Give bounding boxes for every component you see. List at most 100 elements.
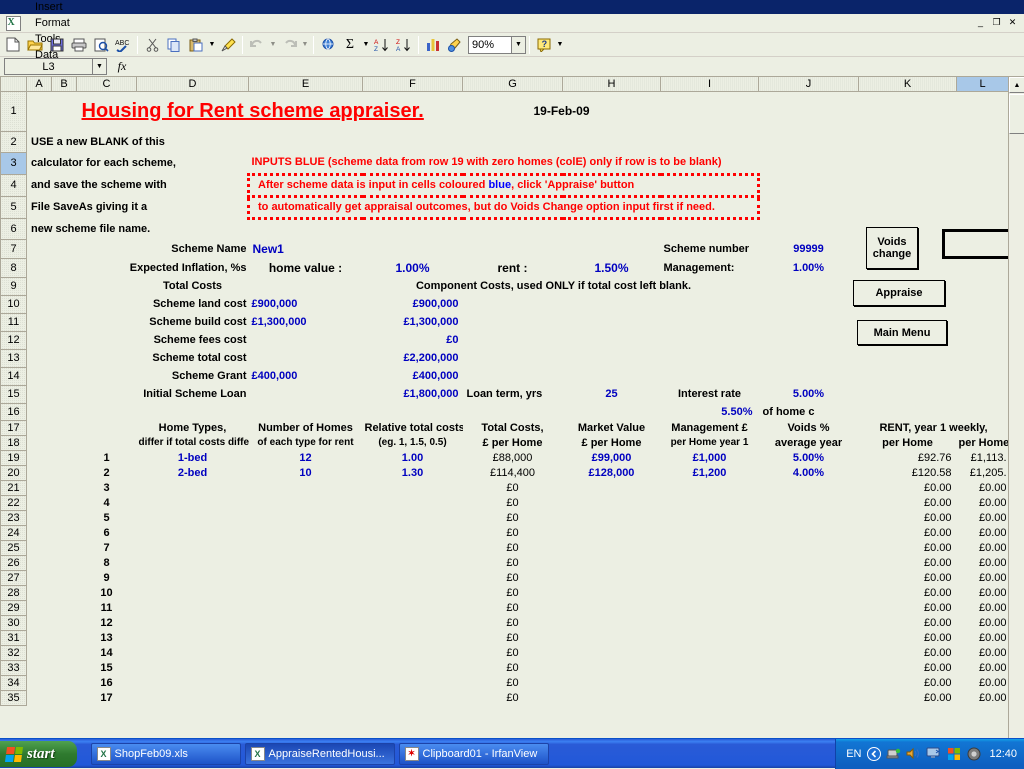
management-per-home[interactable] (661, 660, 759, 675)
market-value-per-home[interactable] (563, 690, 661, 705)
row-header-3[interactable]: 3 (1, 152, 27, 174)
cell-L1[interactable] (957, 91, 1009, 131)
number-of-homes[interactable] (249, 540, 363, 555)
relative-total-costs[interactable]: 1.00 (363, 450, 463, 465)
scrollbar-thumb[interactable] (1009, 94, 1024, 134)
hyperlink-icon[interactable] (317, 34, 339, 55)
home-type[interactable] (137, 510, 249, 525)
cell-I11[interactable] (661, 313, 759, 331)
market-value-per-home[interactable] (563, 615, 661, 630)
cell-J5[interactable] (759, 196, 859, 218)
cell-K14[interactable] (859, 367, 957, 385)
cell-K5[interactable] (859, 196, 1009, 218)
rent-basis-percent[interactable]: 5.50% (661, 403, 759, 420)
row-header-13[interactable]: 13 (1, 349, 27, 367)
network-icon[interactable] (886, 746, 901, 761)
column-header-E[interactable]: E (249, 77, 363, 91)
market-value-per-home[interactable] (563, 570, 661, 585)
management-per-home[interactable] (661, 480, 759, 495)
cell-A9[interactable] (27, 277, 137, 295)
row-header-14[interactable]: 14 (1, 367, 27, 385)
cell-A23[interactable] (27, 510, 77, 525)
cell-A34[interactable] (27, 675, 77, 690)
number-of-homes[interactable] (249, 495, 363, 510)
relative-total-costs[interactable] (363, 525, 463, 540)
management-per-home[interactable]: £1,200 (661, 465, 759, 480)
voids-percent[interactable] (759, 495, 859, 510)
cell-A22[interactable] (27, 495, 77, 510)
taskbar-item[interactable]: XAppraiseRentedHousi... (245, 743, 395, 765)
cell-K13[interactable] (859, 349, 1009, 367)
cell-G14[interactable] (463, 367, 563, 385)
cell-A26[interactable] (27, 555, 77, 570)
save-icon[interactable] (46, 34, 68, 55)
row-header-18[interactable]: 18 (1, 435, 27, 450)
cell-A28[interactable] (27, 585, 77, 600)
column-header-A[interactable]: A (27, 77, 52, 91)
home-type[interactable] (137, 645, 249, 660)
management-per-home[interactable]: £1,000 (661, 450, 759, 465)
antivirus-icon[interactable] (966, 746, 981, 761)
cost-input-12[interactable] (249, 331, 363, 349)
scheme-name-value[interactable]: New1 (249, 239, 661, 258)
cell-L10[interactable] (957, 295, 1009, 313)
row-header-7[interactable]: 7 (1, 239, 27, 258)
open-icon[interactable] (24, 34, 46, 55)
cell-A21[interactable] (27, 480, 77, 495)
taskbar-item[interactable]: ✶Clipboard01 - IrfanView (399, 743, 549, 765)
column-header-H[interactable]: H (563, 77, 661, 91)
cell-G13[interactable] (463, 349, 563, 367)
row-header-32[interactable]: 32 (1, 645, 27, 660)
relative-total-costs[interactable] (363, 600, 463, 615)
market-value-per-home[interactable] (563, 585, 661, 600)
column-header-I[interactable]: I (661, 77, 759, 91)
row-header-11[interactable]: 11 (1, 313, 27, 331)
voids-percent[interactable] (759, 690, 859, 705)
cell-A12[interactable] (27, 331, 77, 349)
cell-L12[interactable] (957, 331, 1009, 349)
zoom-chevron-down-icon[interactable]: ▼ (512, 36, 526, 54)
show-desktop-icon[interactable] (866, 746, 881, 761)
autosum-icon[interactable]: Σ (339, 34, 361, 55)
cell-H10[interactable] (563, 295, 661, 313)
management-per-home[interactable] (661, 585, 759, 600)
column-header-K[interactable]: K (859, 77, 957, 91)
row-header-16[interactable]: 16 (1, 403, 27, 420)
cell-A25[interactable] (27, 540, 77, 555)
cell-A11[interactable] (27, 313, 77, 331)
cell-A31[interactable] (27, 630, 77, 645)
cell-I10[interactable] (661, 295, 759, 313)
row-header-6[interactable]: 6 (1, 218, 27, 239)
voids-percent[interactable] (759, 615, 859, 630)
cell-A33[interactable] (27, 660, 77, 675)
select-all-corner[interactable] (1, 77, 27, 91)
help-chevron-down-icon[interactable]: ▼ (555, 34, 565, 55)
maximize-button[interactable]: ❐ (990, 17, 1003, 30)
number-of-homes[interactable] (249, 645, 363, 660)
cost-input-14[interactable]: £400,000 (249, 367, 363, 385)
column-header-F[interactable]: F (363, 77, 463, 91)
relative-total-costs[interactable] (363, 540, 463, 555)
home-type[interactable] (137, 525, 249, 540)
print-icon[interactable] (68, 34, 90, 55)
relative-total-costs[interactable] (363, 480, 463, 495)
management-per-home[interactable] (661, 675, 759, 690)
clock[interactable]: 12:40 (989, 748, 1017, 760)
relative-total-costs[interactable] (363, 675, 463, 690)
cell-E6[interactable] (249, 218, 859, 239)
cell-J12[interactable] (759, 331, 859, 349)
sort-ascending-icon[interactable]: AZ (371, 34, 393, 55)
management-per-home[interactable] (661, 690, 759, 705)
home-type[interactable] (137, 480, 249, 495)
voids-percent[interactable]: 4.00% (759, 465, 859, 480)
cell-A17[interactable] (27, 420, 77, 435)
management-per-home[interactable] (661, 645, 759, 660)
home-type[interactable]: 2-bed (137, 465, 249, 480)
cell-A16[interactable] (27, 403, 661, 420)
new-icon[interactable] (2, 34, 24, 55)
home-type[interactable] (137, 675, 249, 690)
cell-A15[interactable] (27, 385, 77, 403)
cell-A7[interactable] (27, 239, 77, 258)
paste-options-chevron-down-icon[interactable]: ▼ (207, 34, 217, 55)
cell-A14[interactable] (27, 367, 77, 385)
